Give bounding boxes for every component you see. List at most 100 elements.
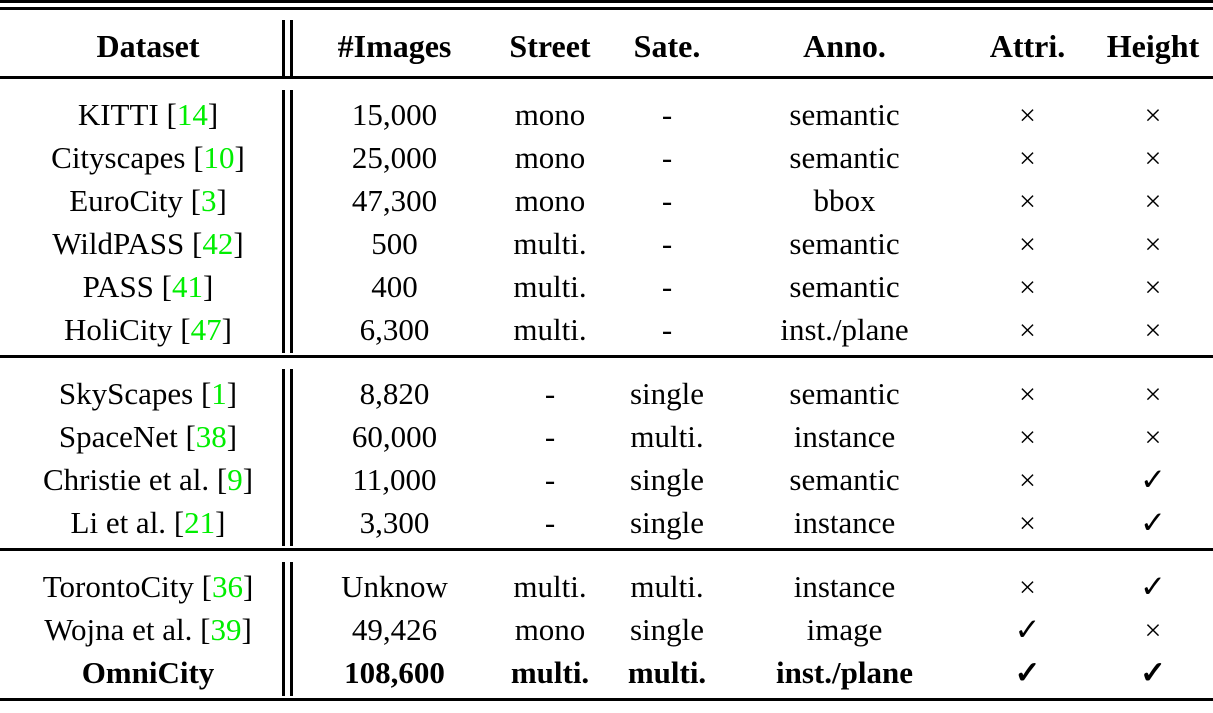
- cell-sate: single: [607, 367, 727, 415]
- cross-icon: ×: [1019, 142, 1036, 175]
- cross-icon: ×: [1019, 228, 1036, 261]
- cell-sate-value: single: [630, 612, 704, 647]
- cell-anno: inst./plane: [727, 651, 962, 700]
- citation-number[interactable]: 1: [211, 376, 227, 411]
- dataset-label: HoliCity: [64, 312, 173, 347]
- dash-placeholder: -: [662, 312, 672, 347]
- citation-reference[interactable]: [3]: [191, 183, 227, 218]
- dataset-label: WildPASS: [52, 226, 184, 261]
- cell-height: ×: [1093, 415, 1213, 458]
- cell-sate-value: multi.: [630, 419, 703, 454]
- cell-street: mono: [493, 179, 607, 222]
- check-icon: ✓: [1140, 505, 1166, 540]
- citation-number[interactable]: 3: [201, 183, 217, 218]
- cell-dataset-name: OmniCity: [0, 651, 296, 700]
- cell-attri: ×: [962, 179, 1093, 222]
- column-header-sate: Sate.: [607, 16, 727, 78]
- cell-images: 3,300: [296, 501, 493, 550]
- table-row: Wojna et al. [39]49,426monosingleimage✓×: [0, 608, 1213, 651]
- citation-number[interactable]: 9: [227, 462, 243, 497]
- cross-icon: ×: [1145, 271, 1162, 304]
- table-row: PASS [41]400multi.-semantic××: [0, 265, 1213, 308]
- cell-street-value: multi.: [511, 655, 589, 690]
- citation-number[interactable]: 38: [196, 419, 227, 454]
- header-separator-rule: [0, 78, 1213, 89]
- dash-placeholder: -: [545, 462, 555, 497]
- cell-height: ×: [1093, 367, 1213, 415]
- cell-street: multi.: [493, 308, 607, 357]
- citation-number[interactable]: 39: [210, 612, 241, 647]
- cell-street: -: [493, 458, 607, 501]
- citation-number[interactable]: 21: [184, 505, 215, 540]
- cell-images: 49,426: [296, 608, 493, 651]
- cell-street: -: [493, 501, 607, 550]
- bracket-close: ]: [243, 462, 253, 497]
- cross-icon: ×: [1145, 142, 1162, 175]
- dataset-label: Li et al.: [71, 505, 167, 540]
- cell-street-value: multi.: [513, 312, 586, 347]
- dataset-label: EuroCity: [69, 183, 183, 218]
- cell-attri: ×: [962, 367, 1093, 415]
- dash-placeholder: -: [545, 419, 555, 454]
- citation-reference[interactable]: [39]: [200, 612, 252, 647]
- cross-icon: ×: [1145, 185, 1162, 218]
- dataset-label: PASS: [83, 269, 154, 304]
- cell-sate: -: [607, 265, 727, 308]
- cell-images: 400: [296, 265, 493, 308]
- table-top-rule-outer: [0, 2, 1213, 9]
- dataset-label: SkyScapes: [59, 376, 193, 411]
- cross-icon: ×: [1019, 378, 1036, 411]
- cell-anno-value: image: [807, 612, 883, 647]
- citation-reference[interactable]: [1]: [201, 376, 237, 411]
- cell-height: ✓: [1093, 560, 1213, 608]
- cell-images: 6,300: [296, 308, 493, 357]
- cell-anno-value: semantic: [789, 462, 899, 497]
- dash-placeholder: -: [662, 97, 672, 132]
- cell-sate: single: [607, 501, 727, 550]
- cell-dataset-name: WildPASS [42]: [0, 222, 296, 265]
- citation-reference[interactable]: [9]: [217, 462, 253, 497]
- cell-images-value: 47,300: [352, 183, 437, 218]
- cell-images: 500: [296, 222, 493, 265]
- cell-images-value: 15,000: [352, 97, 437, 132]
- cross-icon: ×: [1019, 571, 1036, 604]
- citation-reference[interactable]: [36]: [202, 569, 254, 604]
- bracket-open: [: [162, 269, 172, 304]
- citation-reference[interactable]: [47]: [180, 312, 232, 347]
- citation-number[interactable]: 10: [204, 140, 235, 175]
- cell-anno-value: semantic: [789, 97, 899, 132]
- citation-reference[interactable]: [41]: [162, 269, 214, 304]
- cell-height: ×: [1093, 308, 1213, 357]
- citation-number[interactable]: 47: [191, 312, 222, 347]
- cell-street-value: multi.: [513, 226, 586, 261]
- citation-number[interactable]: 41: [172, 269, 203, 304]
- cell-sate-value: single: [630, 462, 704, 497]
- citation-reference[interactable]: [21]: [174, 505, 226, 540]
- citation-reference[interactable]: [14]: [167, 97, 219, 132]
- cell-street: mono: [493, 88, 607, 136]
- cell-street-value: multi.: [513, 269, 586, 304]
- cell-street: multi.: [493, 560, 607, 608]
- citation-reference[interactable]: [42]: [192, 226, 244, 261]
- cell-sate: single: [607, 608, 727, 651]
- cell-images-value: 3,300: [360, 505, 430, 540]
- citation-number[interactable]: 36: [212, 569, 243, 604]
- cell-attri: ×: [962, 560, 1093, 608]
- dataset-label: SpaceNet: [59, 419, 178, 454]
- check-icon: ✓: [1015, 612, 1041, 647]
- cell-sate: -: [607, 88, 727, 136]
- table-row: SkyScapes [1]8,820-singlesemantic××: [0, 367, 1213, 415]
- citation-number[interactable]: 14: [177, 97, 208, 132]
- cross-icon: ×: [1145, 314, 1162, 347]
- table-row: OmniCity108,600multi.multi.inst./plane✓✓: [0, 651, 1213, 700]
- citation-reference[interactable]: [10]: [193, 140, 245, 175]
- dataset-label: Cityscapes: [51, 140, 185, 175]
- check-icon: ✓: [1015, 655, 1041, 690]
- horizontal-rule: [0, 550, 1213, 561]
- cell-dataset-name: KITTI [14]: [0, 88, 296, 136]
- column-header-attri: Attri.: [962, 16, 1093, 78]
- bracket-close: ]: [243, 569, 253, 604]
- table-row: SpaceNet [38]60,000-multi.instance××: [0, 415, 1213, 458]
- citation-number[interactable]: 42: [202, 226, 233, 261]
- citation-reference[interactable]: [38]: [185, 419, 237, 454]
